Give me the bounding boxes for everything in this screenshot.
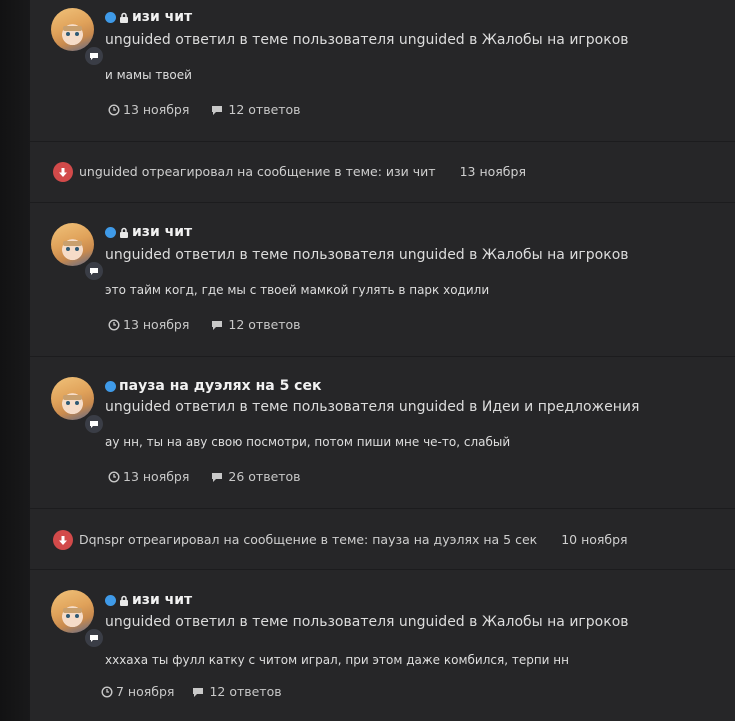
- topic-title[interactable]: изи чит: [105, 8, 192, 26]
- post-meta: 13 ноября 12 ответов: [108, 317, 323, 333]
- unread-dot-icon: [105, 594, 116, 606]
- post-snippet: это тайм когд, где мы с твоей мамкой гул…: [105, 283, 490, 297]
- post-replies[interactable]: 12 ответов: [192, 684, 282, 700]
- topic-title[interactable]: изи чит: [105, 591, 192, 609]
- unread-dot-icon: [105, 380, 116, 392]
- lock-icon: [120, 12, 128, 23]
- comment-badge-icon: [83, 45, 105, 67]
- reaction-date: 10 ноября: [561, 532, 628, 547]
- lock-icon: [120, 227, 128, 238]
- comments-icon: [212, 321, 223, 330]
- topic-title-text: изи чит: [132, 9, 193, 25]
- topic-title-text: изи чит: [132, 592, 193, 608]
- post-date[interactable]: 13 ноября: [108, 469, 189, 485]
- reaction-text[interactable]: Dqnspr отреагировал на сообщение в теме:…: [79, 532, 537, 548]
- post-replies-text: 12 ответов: [228, 102, 301, 117]
- post-replies[interactable]: 26 ответов: [211, 469, 301, 485]
- post-replies[interactable]: 12 ответов: [211, 317, 301, 333]
- reaction-text[interactable]: unguided отреагировал на сообщение в тем…: [79, 164, 436, 180]
- comments-icon: [212, 473, 223, 482]
- activity-description: unguided ответил в теме пользователя ung…: [105, 247, 629, 263]
- post-date-text: 7 ноября: [116, 684, 175, 699]
- reaction-row: unguided отреагировал на сообщение в тем…: [53, 162, 526, 182]
- post-date-text: 13 ноября: [123, 102, 190, 117]
- post-date[interactable]: 13 ноября: [108, 317, 189, 333]
- post-date-text: 13 ноября: [123, 317, 190, 332]
- clock-icon: [101, 686, 113, 698]
- clock-icon: [108, 471, 120, 483]
- comments-icon: [212, 106, 223, 115]
- avatar[interactable]: [51, 8, 94, 51]
- comment-badge-icon: [83, 627, 105, 649]
- post-meta: 13 ноября 26 ответов: [108, 469, 323, 485]
- reaction-row: Dqnspr отреагировал на сообщение в теме:…: [53, 530, 628, 550]
- activity-description: unguided ответил в теме пользователя ung…: [105, 32, 629, 48]
- reaction-date: 13 ноября: [459, 164, 526, 179]
- comment-badge-icon: [83, 413, 105, 435]
- downvote-icon: [53, 530, 73, 550]
- downvote-icon: [53, 162, 73, 182]
- topic-title[interactable]: изи чит: [105, 223, 192, 241]
- unread-dot-icon: [105, 226, 116, 238]
- activity-description: unguided ответил в теме пользователя ung…: [105, 614, 629, 630]
- clock-icon: [108, 104, 120, 116]
- comment-badge-icon: [83, 260, 105, 282]
- topic-title-text: пауза на дуэлях на 5 сек: [119, 378, 322, 394]
- unread-dot-icon: [105, 11, 116, 23]
- reaction-item: unguided отреагировал на сообщение в тем…: [30, 142, 735, 203]
- post-snippet: хххаха ты фулл катку с читом играл, при …: [105, 653, 569, 667]
- post-replies-text: 12 ответов: [209, 684, 282, 699]
- activity-item: пауза на дуэлях на 5 сек unguided ответи…: [30, 357, 735, 509]
- post-date[interactable]: 13 ноября: [108, 102, 189, 118]
- post-snippet: ау нн, ты на аву свою посмотри, потом пи…: [105, 435, 511, 449]
- activity-item: изи чит unguided ответил в теме пользова…: [30, 0, 735, 142]
- clock-icon: [108, 319, 120, 331]
- post-replies-text: 26 ответов: [228, 469, 301, 484]
- reaction-item: Dqnspr отреагировал на сообщение в теме:…: [30, 509, 735, 570]
- post-date-text: 13 ноября: [123, 469, 190, 484]
- avatar[interactable]: [51, 590, 94, 633]
- activity-description: unguided ответил в теме пользователя ung…: [105, 399, 640, 415]
- avatar[interactable]: [51, 223, 94, 266]
- lock-icon: [120, 595, 128, 606]
- topic-title-text: изи чит: [132, 224, 193, 240]
- topic-title[interactable]: пауза на дуэлях на 5 сек: [105, 377, 321, 395]
- post-meta: 13 ноября 12 ответов: [108, 102, 323, 118]
- post-replies-text: 12 ответов: [228, 317, 301, 332]
- comments-icon: [193, 688, 204, 697]
- activity-feed: изи чит unguided ответил в теме пользова…: [30, 0, 735, 721]
- post-date[interactable]: 7 ноября: [101, 684, 174, 700]
- post-replies[interactable]: 12 ответов: [211, 102, 301, 118]
- post-meta: 7 ноября 12 ответов: [101, 684, 304, 700]
- activity-item: изи чит unguided ответил в теме пользова…: [30, 203, 735, 357]
- post-snippet: и мамы твоей: [105, 68, 192, 82]
- activity-item: изи чит unguided ответил в теме пользова…: [30, 570, 735, 721]
- left-edge: [0, 0, 30, 721]
